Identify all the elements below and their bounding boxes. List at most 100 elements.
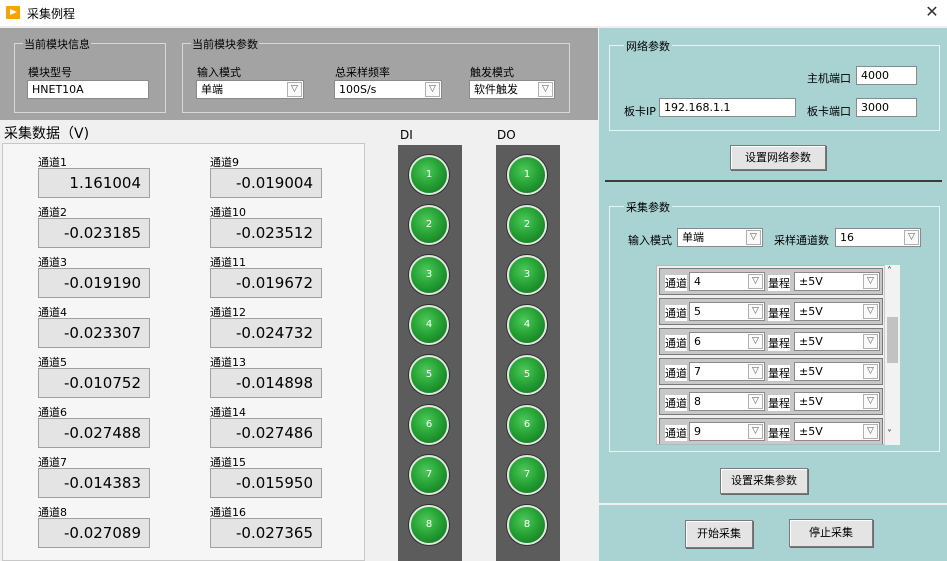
acq-input-mode-label: 输入模式 [628,234,672,247]
data-title: 采集数据（V) [4,126,90,142]
stop-button[interactable]: 停止采集 [789,519,873,547]
do-led-6: 6 [507,405,547,445]
channel-config-row: 通道 8 ▽ 量程 ±5V ▽ [659,388,883,415]
channel-value: -0.015950 [210,468,322,498]
input-mode-label: 输入模式 [197,66,241,79]
di-led-5: 5 [409,355,449,395]
channel-value: -0.019190 [38,268,150,298]
do-led-3: 3 [507,255,547,295]
row-channel-select[interactable]: 9 ▽ [689,422,765,441]
chevron-down-icon[interactable]: ▽ [748,304,763,319]
channel-config-row: 通道 4 ▽ 量程 ±5V ▽ [659,268,883,295]
do-title: DO [497,128,516,142]
row-range-label: 量程 [768,395,790,411]
channel-value: -0.023185 [38,218,150,248]
di-led-1: 1 [409,155,449,195]
close-button[interactable]: ✕ [920,1,944,23]
chevron-down-icon[interactable]: ▽ [748,394,763,409]
channel-value: -0.019672 [210,268,322,298]
sample-rate-label: 总采样频率 [335,66,390,79]
channel-value: -0.023307 [38,318,150,348]
channel-count-select[interactable]: 16 ▽ [835,228,921,247]
di-led-8: 8 [409,505,449,545]
start-button[interactable]: 开始采集 [685,520,753,548]
row-range-select[interactable]: ±5V ▽ [794,422,880,441]
di-led-4: 4 [409,305,449,345]
board-ip-label: 板卡IP [624,105,656,118]
di-title: DI [400,128,413,142]
di-led-7: 7 [409,455,449,495]
board-ip-field[interactable]: 192.168.1.1 [659,98,796,117]
chevron-down-icon[interactable]: ▽ [746,230,761,245]
network-group: 网络参数 主机端口 4000 板卡IP 192.168.1.1 板卡端口 300… [609,38,940,131]
board-port-label: 板卡端口 [807,105,851,118]
chevron-down-icon[interactable]: ▽ [904,230,919,245]
chevron-down-icon[interactable]: ▽ [748,364,763,379]
scroll-thumb[interactable] [887,317,898,363]
set-acquisition-button[interactable]: 设置采集参数 [720,468,808,494]
row-range-select[interactable]: ±5V ▽ [794,332,880,351]
chevron-down-icon[interactable]: ▽ [863,364,878,379]
row-channel-label: 通道 [665,275,687,291]
chevron-down-icon[interactable]: ▽ [748,334,763,349]
row-channel-label: 通道 [665,335,687,351]
scrollbar[interactable]: ˄ ˅ [884,265,900,445]
channel-value: -0.027488 [38,418,150,448]
chevron-down-icon[interactable]: ▽ [863,424,878,439]
row-channel-select[interactable]: 5 ▽ [689,302,765,321]
network-title: 网络参数 [624,38,672,54]
chevron-down-icon[interactable]: ▽ [425,82,440,97]
module-params-title: 当前模块参数 [191,36,259,52]
host-port-field[interactable]: 4000 [856,66,917,85]
row-range-label: 量程 [768,425,790,441]
channel-value: -0.024732 [210,318,322,348]
chevron-down-icon[interactable]: ▽ [863,334,878,349]
chevron-down-icon[interactable]: ▽ [863,274,878,289]
chevron-down-icon[interactable]: ▽ [863,304,878,319]
trigger-label: 触发模式 [470,66,514,79]
row-range-select[interactable]: ±5V ▽ [794,392,880,411]
row-channel-select[interactable]: 7 ▽ [689,362,765,381]
row-channel-select[interactable]: 4 ▽ [689,272,765,291]
acq-input-mode-select[interactable]: 单端 ▽ [677,228,763,247]
row-channel-select[interactable]: 6 ▽ [689,332,765,351]
set-network-button[interactable]: 设置网络参数 [730,145,826,170]
scroll-down-icon[interactable]: ˅ [887,429,892,440]
channel-config-list: 通道 4 ▽ 量程 ±5V ▽ 通道 5 ▽ 量程 ±5V ▽ 通道 6 ▽ 量程 ±5V ▽ 通道 7 ▽ 量程 ±5V ▽… [656,265,900,445]
module-info-group: 当前模块信息 模块型号 HNET10A [14,36,166,113]
model-field[interactable]: HNET10A [27,80,149,99]
channel-config-row: 通道 6 ▽ 量程 ±5V ▽ [659,328,883,355]
app-icon [6,6,20,19]
trigger-select[interactable]: 软件触发 ▽ [469,80,555,99]
scroll-up-icon[interactable]: ˄ [887,266,892,277]
sample-rate-select[interactable]: 100S/s ▽ [334,80,442,99]
row-range-select[interactable]: ±5V ▽ [794,302,880,321]
row-channel-label: 通道 [665,365,687,381]
row-range-label: 量程 [768,335,790,351]
chevron-down-icon[interactable]: ▽ [863,394,878,409]
row-range-select[interactable]: ±5V ▽ [794,362,880,381]
channel-value: -0.027486 [210,418,322,448]
di-led-2: 2 [409,205,449,245]
channel-value: -0.023512 [210,218,322,248]
module-info-title: 当前模块信息 [23,36,91,52]
channel-config-row: 通道 9 ▽ 量程 ±5V ▽ [659,418,883,444]
row-channel-label: 通道 [665,305,687,321]
row-range-label: 量程 [768,365,790,381]
row-range-select[interactable]: ±5V ▽ [794,272,880,291]
channel-value: -0.010752 [38,368,150,398]
input-mode-select[interactable]: 单端 ▽ [196,80,304,99]
do-led-8: 8 [507,505,547,545]
chevron-down-icon[interactable]: ▽ [287,82,302,97]
board-port-field[interactable]: 3000 [856,98,917,117]
chevron-down-icon[interactable]: ▽ [538,82,553,97]
channel-config-row: 通道 5 ▽ 量程 ±5V ▽ [659,298,883,325]
chevron-down-icon[interactable]: ▽ [748,274,763,289]
title-bar: 采集例程 ✕ [0,0,947,26]
chevron-down-icon[interactable]: ▽ [748,424,763,439]
module-params-group: 当前模块参数 输入模式 单端 ▽ 总采样频率 100S/s ▽ 触发模式 软件触发 ▽ [182,36,570,113]
do-led-2: 2 [507,205,547,245]
row-channel-select[interactable]: 8 ▽ [689,392,765,411]
row-channel-label: 通道 [665,425,687,441]
do-led-7: 7 [507,455,547,495]
